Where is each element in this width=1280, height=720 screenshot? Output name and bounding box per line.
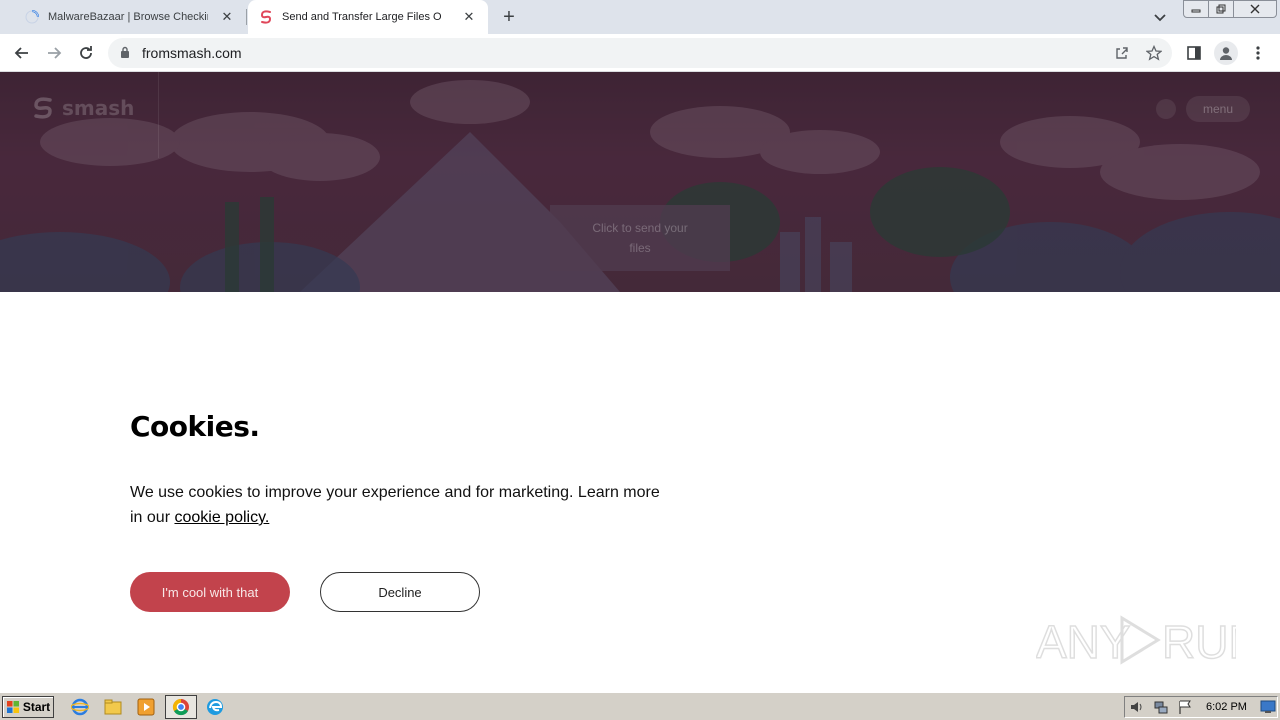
edge-icon[interactable]	[205, 697, 225, 717]
profile-avatar-icon[interactable]	[1214, 41, 1238, 65]
volume-icon[interactable]	[1127, 697, 1147, 717]
cookies-title: Cookies.	[130, 410, 260, 443]
tab-title: MalwareBazaar | Browse Checking y	[48, 11, 208, 23]
reload-icon[interactable]	[74, 41, 98, 65]
tab-smash[interactable]: Send and Transfer Large Files Online ✕	[248, 0, 488, 34]
tab-close-icon[interactable]: ✕	[220, 9, 234, 24]
logo-text: smash	[62, 96, 135, 120]
watermark-text: ANY	[1036, 616, 1131, 668]
kebab-menu-icon[interactable]	[1246, 41, 1270, 65]
chrome-icon[interactable]	[171, 697, 191, 717]
lock-icon[interactable]	[120, 46, 130, 64]
anyrun-watermark-logo: ANY RUN	[1036, 615, 1236, 669]
smash-logo[interactable]: smash	[30, 96, 134, 120]
hero-banner: smash menu Click to send your files	[0, 72, 1280, 292]
send-files-label: Click to send your files	[592, 221, 688, 255]
start-label: Start	[22, 700, 51, 714]
show-desktop-icon[interactable]	[1258, 697, 1278, 717]
url-text: fromsmash.com	[142, 45, 242, 61]
side-panel-icon[interactable]	[1182, 41, 1206, 65]
internet-explorer-icon[interactable]	[70, 697, 90, 717]
svg-text:RUN: RUN	[1162, 616, 1236, 668]
loading-spinner-icon	[24, 9, 40, 25]
media-player-icon[interactable]	[136, 697, 156, 717]
smash-favicon-icon	[258, 9, 274, 25]
accept-cookies-button[interactable]: I'm cool with that	[130, 572, 290, 612]
file-explorer-icon[interactable]	[103, 697, 123, 717]
system-tray	[1124, 696, 1278, 718]
hero-account-icon[interactable]	[1156, 99, 1176, 119]
tab-malwarebazaar[interactable]: MalwareBazaar | Browse Checking y ✕	[14, 0, 246, 34]
tab-title: Send and Transfer Large Files Online	[282, 11, 442, 23]
back-arrow-icon[interactable]	[10, 41, 34, 65]
tab-bar: MalwareBazaar | Browse Checking y ✕ Send…	[0, 0, 1280, 34]
cookies-description: We use cookies to improve your experienc…	[130, 480, 670, 530]
tab-separator	[246, 9, 247, 25]
windows-taskbar: Start 6:02 PM	[0, 692, 1280, 720]
send-files-button[interactable]: Click to send your files	[550, 205, 730, 271]
windows-logo-icon	[6, 701, 19, 713]
new-tab-plus-icon[interactable]: +	[498, 6, 520, 28]
forward-arrow-icon[interactable]	[42, 41, 66, 65]
bookmark-star-icon[interactable]	[1146, 45, 1162, 61]
logo-divider	[158, 72, 159, 158]
browser-toolbar: fromsmash.com	[0, 34, 1280, 72]
network-icon[interactable]	[1151, 697, 1171, 717]
tab-close-icon[interactable]: ✕	[462, 9, 476, 24]
window-close-icon[interactable]	[1233, 0, 1277, 18]
address-bar[interactable]: fromsmash.com	[108, 38, 1172, 68]
tab-search-chevron-down-icon[interactable]	[1152, 9, 1168, 25]
menu-button[interactable]: menu	[1186, 96, 1250, 122]
action-center-flag-icon[interactable]	[1175, 697, 1195, 717]
window-controls	[1183, 0, 1277, 18]
decline-cookies-button[interactable]: Decline	[320, 572, 480, 612]
smash-logo-icon	[34, 97, 52, 119]
restore-icon[interactable]	[1208, 0, 1234, 18]
cookie-policy-link[interactable]: cookie policy.	[174, 509, 269, 526]
system-clock[interactable]: 6:02 PM	[1206, 697, 1247, 717]
minimize-icon[interactable]	[1183, 0, 1209, 18]
start-button[interactable]: Start	[2, 696, 54, 718]
share-icon[interactable]	[1114, 45, 1130, 61]
